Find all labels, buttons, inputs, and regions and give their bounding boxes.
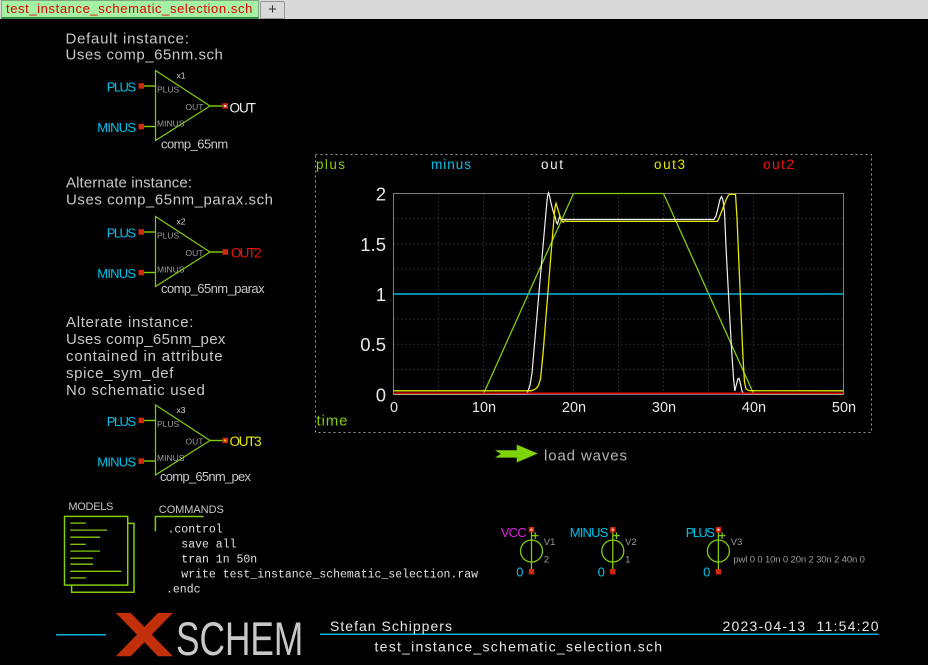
svg-text:SCHEM: SCHEM (176, 612, 303, 665)
svg-text:out2: out2 (763, 157, 794, 172)
svg-text:OUT: OUT (230, 101, 256, 116)
svg-text:Uses comp_65nm_pex: Uses comp_65nm_pex (66, 331, 226, 348)
svg-text:Stefan Schippers: Stefan Schippers (330, 618, 452, 634)
svg-text:x1: x1 (177, 71, 186, 81)
svg-text:plus: plus (316, 157, 345, 172)
svg-text:pwl 0 0 10n 0 20n 2 30n 2 40n: pwl 0 0 10n 0 20n 2 30n 2 40n 0 (733, 555, 865, 566)
svg-text:spice_sym_def: spice_sym_def (66, 365, 174, 382)
svg-text:1: 1 (376, 284, 386, 305)
svg-text:Alternate instance:: Alternate instance: (66, 175, 192, 192)
svg-text:.endc: .endc (166, 583, 201, 596)
svg-text:write test_instance_schematic_: write test_instance_schematic_selection.… (181, 568, 478, 581)
svg-text:.control: .control (168, 523, 223, 536)
svg-text:load waves: load waves (544, 448, 627, 465)
svg-text:0.5: 0.5 (360, 334, 386, 355)
svg-text:MINUS: MINUS (570, 525, 609, 540)
svg-text:tran 1n 50n: tran 1n 50n (181, 553, 257, 566)
svg-text:2: 2 (544, 555, 549, 566)
svg-text:Uses comp_65nm_parax.sch: Uses comp_65nm_parax.sch (66, 192, 273, 209)
svg-text:No schematic used: No schematic used (66, 382, 205, 399)
svg-text:comp_65nm: comp_65nm (161, 137, 228, 152)
svg-text:2023-04-13 11:54:20: 2023-04-13 11:54:20 (723, 618, 879, 634)
svg-text:out: out (541, 157, 563, 172)
svg-text:50n: 50n (832, 400, 856, 416)
svg-text:Default instance:: Default instance: (66, 30, 189, 47)
svg-text:0: 0 (376, 384, 386, 405)
svg-text:Uses comp_65nm.sch: Uses comp_65nm.sch (66, 47, 223, 64)
svg-text:2: 2 (376, 184, 386, 205)
svg-text:time: time (317, 413, 348, 430)
svg-text:1: 1 (625, 555, 630, 566)
svg-text:minus: minus (431, 157, 471, 172)
svg-text:Alterate instance:: Alterate instance: (66, 314, 193, 331)
svg-text:x2: x2 (177, 217, 186, 227)
svg-text:OUT2: OUT2 (231, 245, 262, 260)
svg-text:V1: V1 (544, 537, 556, 548)
svg-text:test_instance_schematic_select: test_instance_schematic_selection.sch (375, 639, 663, 655)
svg-text:comp_65nm_parax: comp_65nm_parax (161, 281, 265, 296)
svg-text:30n: 30n (652, 400, 676, 416)
svg-text:out3: out3 (654, 157, 685, 172)
svg-text:VCC: VCC (501, 525, 527, 540)
svg-text:comp_65nm_pex: comp_65nm_pex (160, 469, 252, 484)
svg-text:contained in attribute: contained in attribute (66, 348, 223, 365)
svg-text:COMMANDS: COMMANDS (159, 504, 224, 516)
svg-text:MODELS: MODELS (68, 501, 113, 513)
svg-text:PLUS: PLUS (686, 525, 716, 540)
svg-text:V3: V3 (731, 537, 743, 548)
svg-text:V2: V2 (625, 537, 637, 548)
svg-text:save all: save all (181, 538, 236, 551)
svg-text:OUT3: OUT3 (230, 434, 262, 449)
svg-text:40n: 40n (742, 400, 766, 416)
svg-text:20n: 20n (562, 400, 586, 416)
svg-text:0: 0 (390, 400, 398, 416)
svg-text:x3: x3 (177, 405, 186, 415)
svg-text:1.5: 1.5 (360, 234, 386, 255)
svg-text:10n: 10n (472, 400, 496, 416)
